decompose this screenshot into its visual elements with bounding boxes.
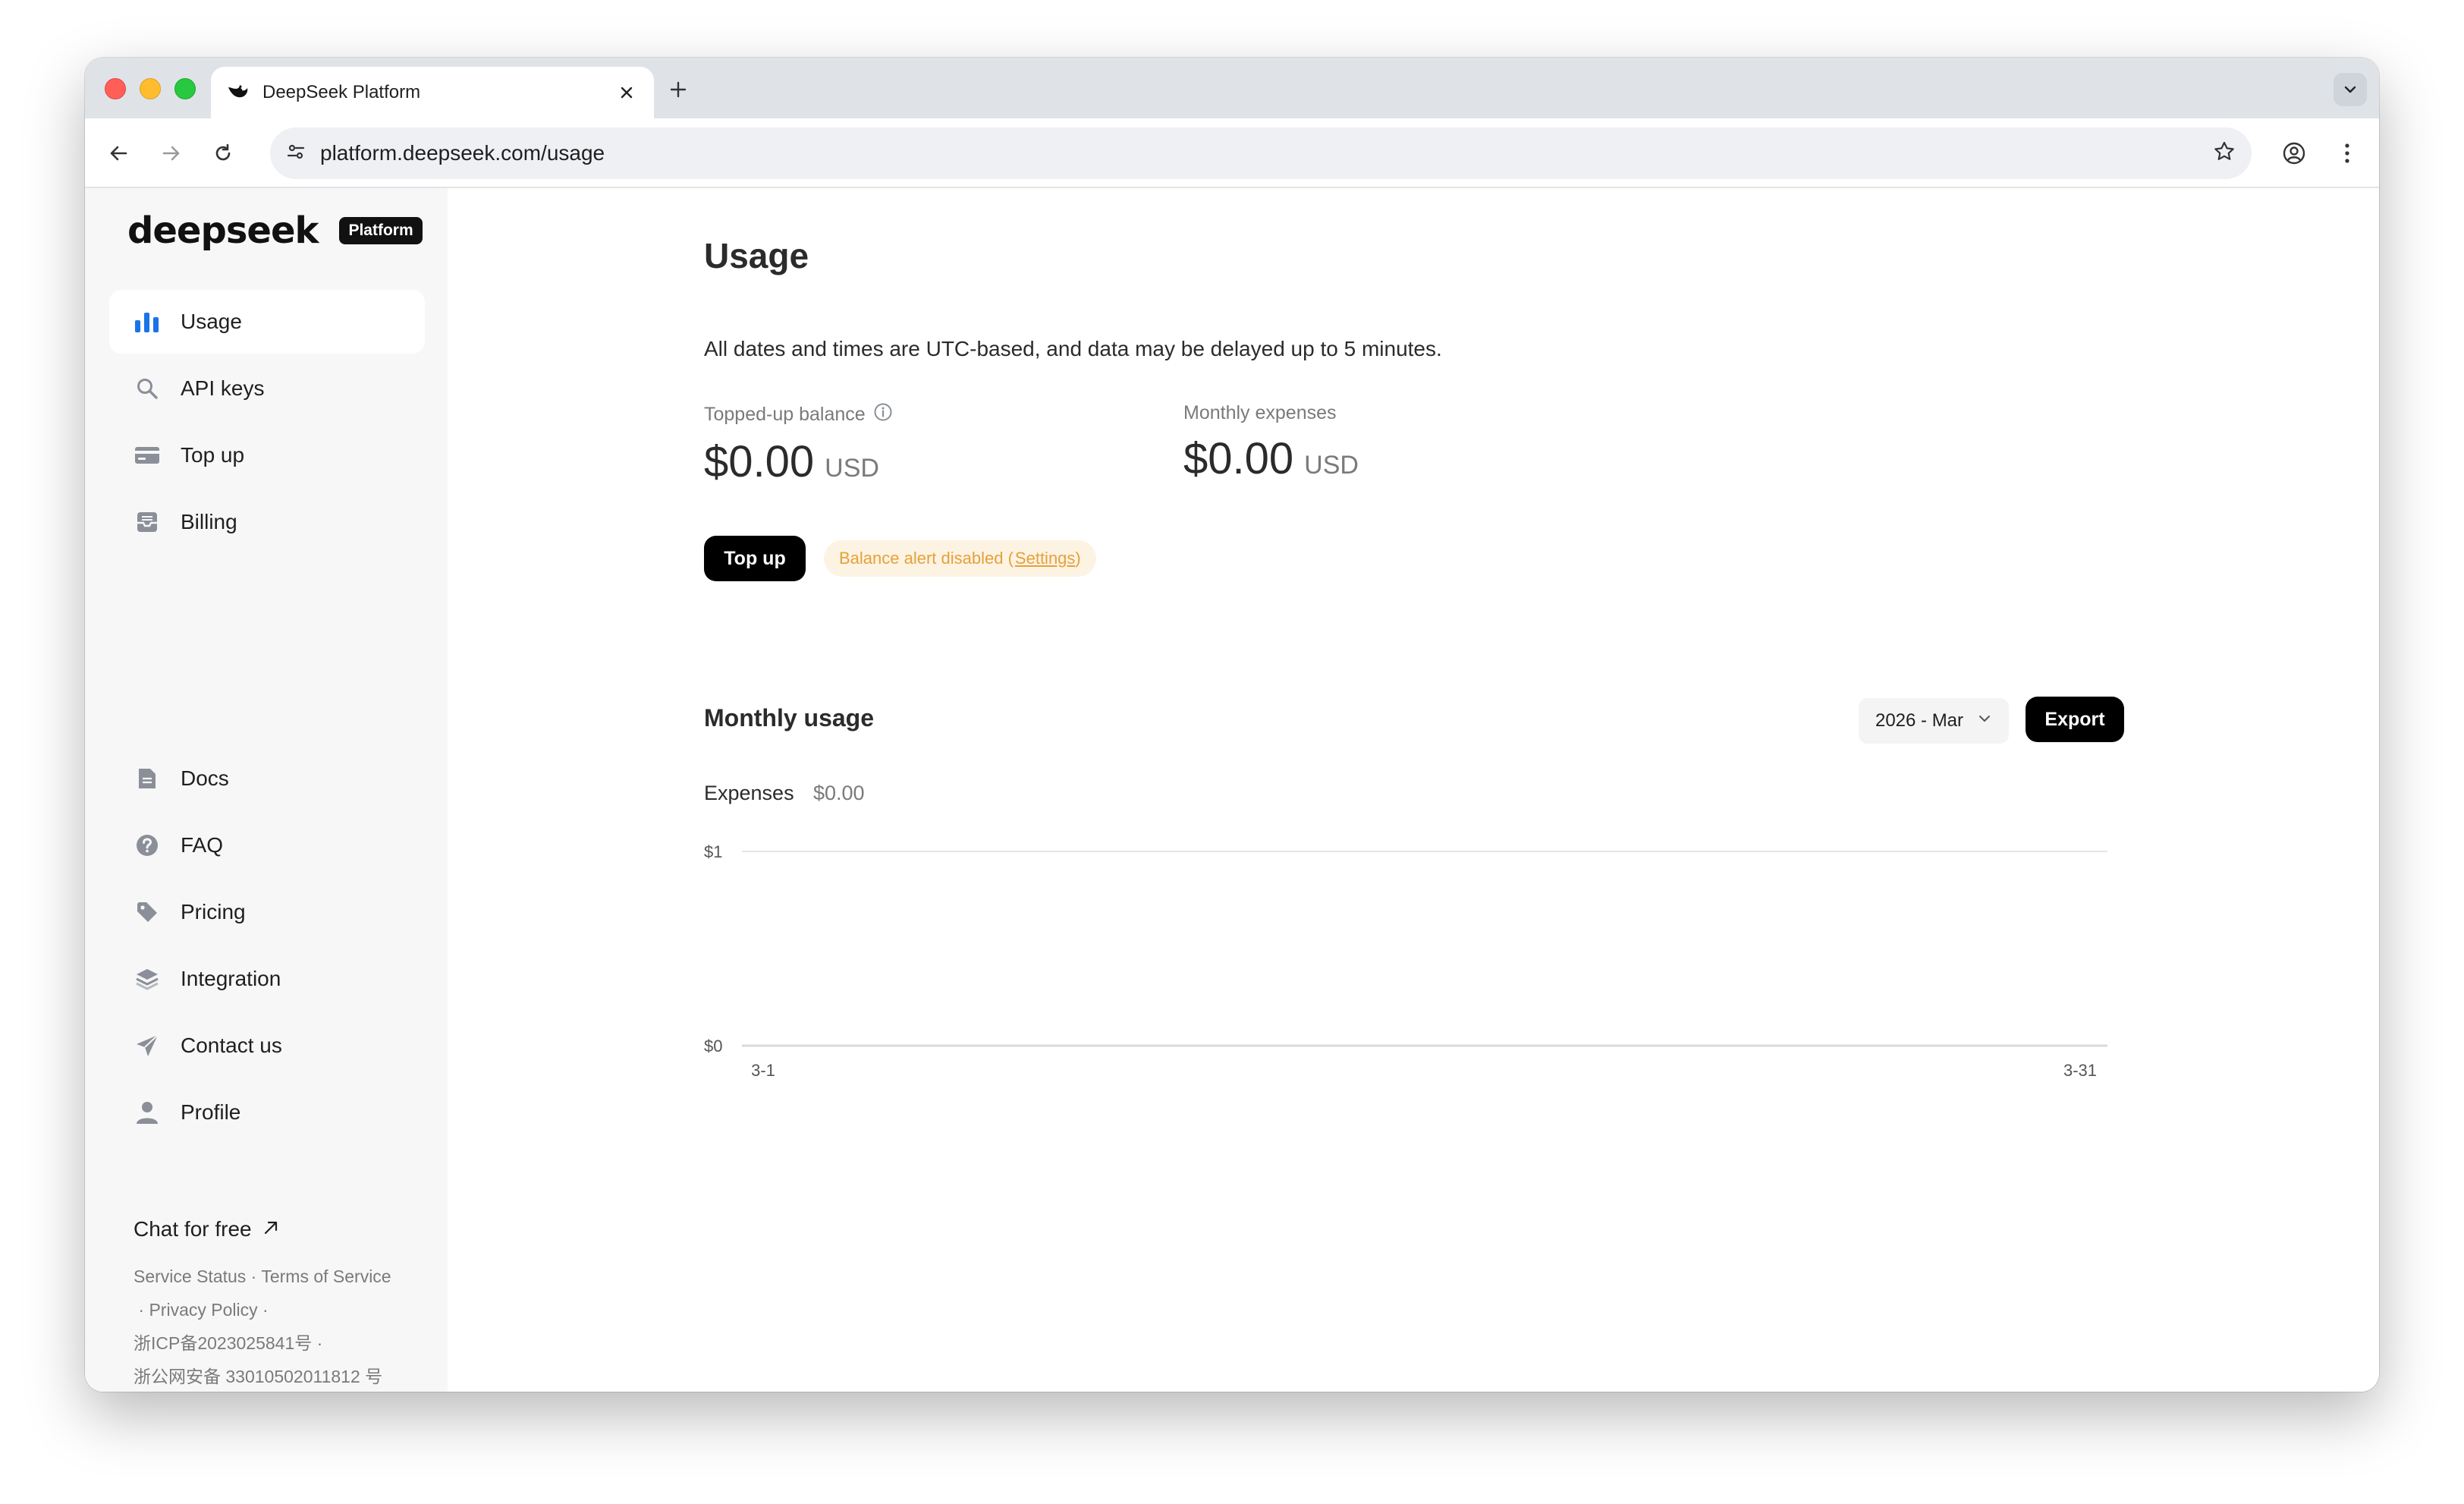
browser-toolbar: platform.deepseek.com/usage bbox=[85, 118, 2379, 188]
y-tick-label: $1 bbox=[704, 842, 722, 861]
sidebar-footer: Service Status · Terms of Service · Priv… bbox=[134, 1266, 391, 1386]
profile-avatar-icon[interactable] bbox=[2277, 137, 2311, 170]
sidebar-item-usage[interactable]: Usage bbox=[109, 290, 425, 354]
card-icon bbox=[132, 440, 162, 470]
site-settings-icon[interactable] bbox=[285, 141, 306, 166]
reload-icon[interactable] bbox=[206, 137, 240, 170]
sidebar-item-contact-us[interactable]: Contact us bbox=[109, 1014, 425, 1078]
sidebar-item-api-keys[interactable]: API keys bbox=[109, 357, 425, 420]
info-icon[interactable] bbox=[873, 402, 893, 427]
browser-window: DeepSeek Platform platform.deepseek.com/… bbox=[85, 58, 2379, 1392]
tab-title: DeepSeek Platform bbox=[262, 82, 421, 102]
sidebar-item-label: Billing bbox=[181, 510, 237, 533]
page-content: deepseek Platform Usage API keys Top up … bbox=[85, 188, 2379, 1392]
police-record-link[interactable]: 浙公网安备 33010502011812 号 bbox=[134, 1367, 382, 1386]
url-text[interactable]: platform.deepseek.com/usage bbox=[320, 141, 2212, 165]
tag-icon bbox=[132, 897, 162, 927]
deepseek-whale-icon bbox=[226, 80, 250, 105]
expenses-legend-value: $0.00 bbox=[813, 782, 865, 804]
alert-settings-link[interactable]: Settings bbox=[1015, 549, 1076, 568]
terms-of-service-link[interactable]: Terms of Service bbox=[261, 1266, 391, 1286]
sidebar-item-label: API keys bbox=[181, 376, 265, 400]
close-window-button[interactable] bbox=[105, 78, 126, 99]
monthly-expenses: Monthly expenses $0.00 USD bbox=[1183, 402, 1359, 484]
expenses-unit: USD bbox=[1304, 451, 1359, 480]
sidebar-item-label: Usage bbox=[181, 310, 242, 333]
platform-badge: Platform bbox=[339, 217, 423, 244]
sidebar-item-label: Integration bbox=[181, 967, 281, 990]
alert-text: Balance alert disabled ( bbox=[839, 549, 1014, 568]
title-bar: DeepSeek Platform bbox=[85, 58, 2379, 118]
balance-amount: $0.00 bbox=[704, 437, 815, 486]
utc-notice: All dates and times are UTC-based, and d… bbox=[704, 337, 1442, 360]
user-icon bbox=[132, 1097, 162, 1128]
sidebar-item-docs[interactable]: Docs bbox=[109, 747, 425, 810]
month-select-value: 2026 - Mar bbox=[1875, 710, 1964, 731]
balance-unit: USD bbox=[825, 454, 879, 483]
sidebar-item-label: Top up bbox=[181, 443, 245, 467]
search-key-icon bbox=[132, 373, 162, 404]
monthly-usage-chart: $1 $0 3-1 3-31 bbox=[704, 842, 2107, 1080]
sidebar-item-top-up[interactable]: Top up bbox=[109, 423, 425, 487]
top-up-button[interactable]: Top up bbox=[704, 536, 806, 581]
balance-label: Topped-up balance bbox=[704, 404, 866, 425]
sidebar-item-pricing[interactable]: Pricing bbox=[109, 880, 425, 944]
url-path: /usage bbox=[541, 141, 605, 165]
expenses-legend-label: Expenses bbox=[704, 782, 794, 804]
sidebar-item-label: Pricing bbox=[181, 900, 246, 923]
export-button[interactable]: Export bbox=[2026, 697, 2124, 742]
monthly-usage-title: Monthly usage bbox=[704, 704, 875, 732]
address-bar[interactable]: platform.deepseek.com/usage bbox=[270, 127, 2252, 179]
y-tick-label: $0 bbox=[704, 1037, 722, 1056]
main-panel: Usage All dates and times are UTC-based,… bbox=[448, 188, 2379, 1392]
sidebar-item-label: Docs bbox=[181, 766, 229, 790]
expenses-label: Monthly expenses bbox=[1183, 402, 1337, 423]
url-host: platform.deepseek.com bbox=[320, 141, 542, 165]
browser-menu-icon[interactable] bbox=[2330, 137, 2364, 170]
forward-arrow-icon[interactable] bbox=[155, 137, 188, 170]
sidebar-item-label: Profile bbox=[181, 1100, 241, 1124]
question-icon bbox=[132, 830, 162, 861]
page-title: Usage bbox=[704, 236, 809, 275]
logo-text: deepseek bbox=[127, 209, 319, 252]
sidebar-item-integration[interactable]: Integration bbox=[109, 947, 425, 1011]
maximize-window-button[interactable] bbox=[174, 78, 196, 99]
balance-alert-status: Balance alert disabled (Settings) bbox=[824, 540, 1096, 577]
expenses-amount: $0.00 bbox=[1183, 434, 1294, 483]
layers-icon bbox=[132, 964, 162, 994]
privacy-policy-link[interactable]: Privacy Policy bbox=[149, 1300, 257, 1320]
bookmark-star-icon[interactable] bbox=[2212, 140, 2236, 168]
deepseek-logo[interactable]: deepseek Platform bbox=[127, 209, 423, 252]
back-arrow-icon[interactable] bbox=[102, 137, 135, 170]
month-select[interactable]: 2026 - Mar bbox=[1859, 698, 2009, 744]
x-tick-label: 3-31 bbox=[2063, 1061, 2097, 1080]
new-tab-button[interactable] bbox=[663, 74, 693, 105]
sidebar-item-profile[interactable]: Profile bbox=[109, 1081, 425, 1144]
service-status-link[interactable]: Service Status bbox=[134, 1266, 246, 1286]
alert-text-close: ) bbox=[1075, 549, 1081, 568]
bar-chart-icon bbox=[132, 307, 162, 337]
sidebar-item-label: Contact us bbox=[181, 1034, 282, 1057]
external-link-arrow-icon bbox=[262, 1217, 279, 1241]
sidebar-item-faq[interactable]: FAQ bbox=[109, 813, 425, 877]
document-icon bbox=[132, 763, 162, 794]
chevron-down-icon bbox=[1977, 710, 1992, 732]
browser-tab[interactable]: DeepSeek Platform bbox=[211, 67, 654, 118]
chat-for-free-link[interactable]: Chat for free bbox=[134, 1217, 279, 1241]
chat-for-free-label: Chat for free bbox=[134, 1217, 252, 1241]
tab-close-icon[interactable] bbox=[614, 80, 639, 105]
topped-up-balance: Topped-up balance $0.00 USD bbox=[704, 402, 893, 487]
sidebar: deepseek Platform Usage API keys Top up … bbox=[85, 188, 448, 1392]
inbox-icon bbox=[132, 507, 162, 537]
icp-license-link[interactable]: 浙ICP备2023025841号 bbox=[134, 1333, 312, 1353]
sidebar-item-billing[interactable]: Billing bbox=[109, 490, 425, 554]
send-icon bbox=[132, 1030, 162, 1061]
tab-search-chevron-icon[interactable] bbox=[2334, 73, 2367, 106]
x-tick-label: 3-1 bbox=[751, 1061, 775, 1080]
minimize-window-button[interactable] bbox=[140, 78, 161, 99]
sidebar-item-label: FAQ bbox=[181, 833, 224, 857]
